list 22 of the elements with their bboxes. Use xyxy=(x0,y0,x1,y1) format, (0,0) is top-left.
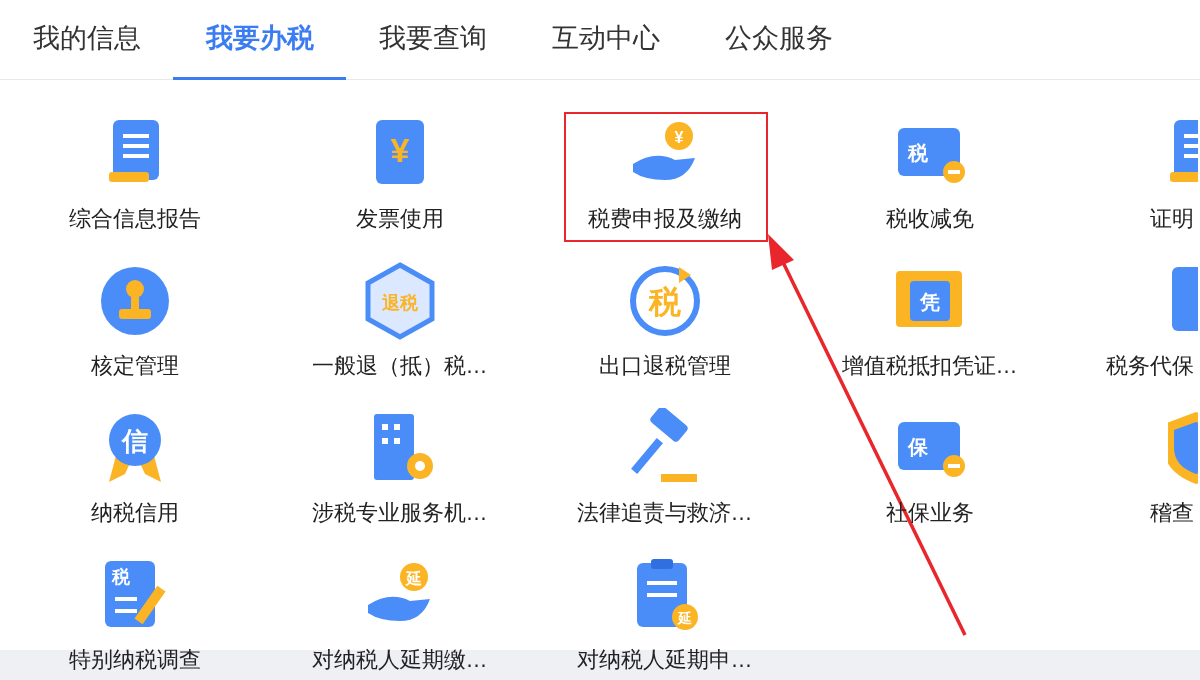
service-label[interactable]: 出口退税管理 xyxy=(598,349,731,382)
service-label[interactable]: 一般退（抵）税… xyxy=(311,349,488,382)
tab[interactable]: 互动中心 xyxy=(519,0,692,80)
service-label[interactable]: 法律追责与救济… xyxy=(576,496,753,529)
tab[interactable]: 我要办税 xyxy=(173,0,346,80)
tab[interactable]: 我要查询 xyxy=(346,0,519,80)
service-label[interactable]: 涉税专业服务机… xyxy=(311,496,488,529)
service-label[interactable]: 纳税信用 xyxy=(90,496,179,529)
service-label[interactable]: 综合信息报告 xyxy=(68,202,201,235)
tab[interactable]: 公众服务 xyxy=(692,0,865,80)
service-label[interactable]: 对纳税人延期申… xyxy=(576,643,753,676)
service-label[interactable]: 核定管理 xyxy=(90,349,179,382)
service-label[interactable]: 稽查 xyxy=(1150,496,1194,529)
service-label[interactable]: 证明 xyxy=(1150,202,1194,235)
service-label[interactable]: 发票使用 xyxy=(355,202,444,235)
service-label[interactable]: 对纳税人延期缴… xyxy=(311,643,488,676)
service-label[interactable]: 税收减免 xyxy=(885,202,974,235)
service-label[interactable]: 税务代保 xyxy=(1106,349,1194,382)
service-label[interactable]: 税费申报及缴纳 xyxy=(587,202,742,235)
service-label[interactable]: 特别纳税调查 xyxy=(68,643,201,676)
service-label[interactable]: 增值税抵扣凭证… xyxy=(841,349,1018,382)
tab[interactable]: 我的信息 xyxy=(0,0,173,80)
